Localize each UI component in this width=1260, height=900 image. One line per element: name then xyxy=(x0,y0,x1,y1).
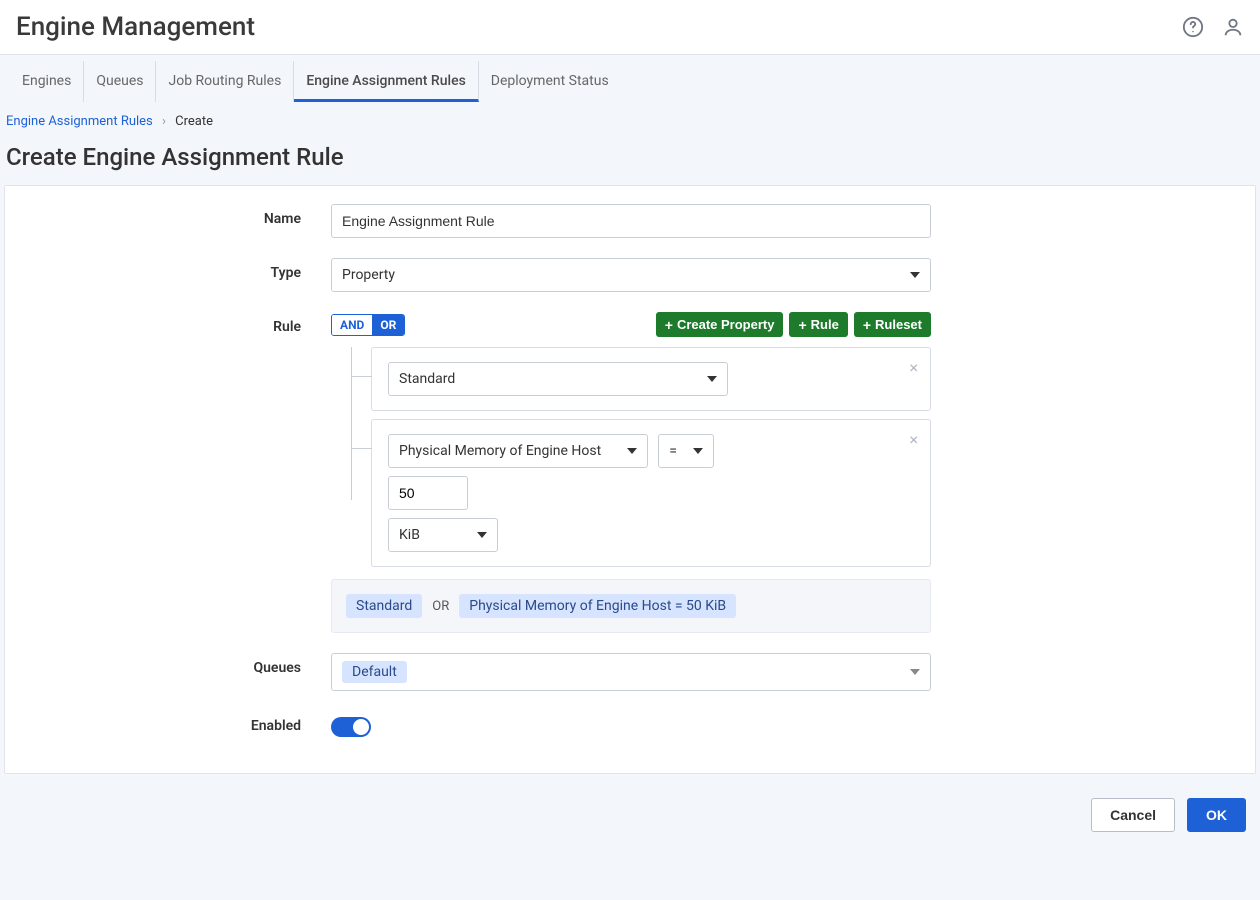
cancel-button[interactable]: Cancel xyxy=(1091,798,1175,832)
tab-job-routing-rules[interactable]: Job Routing Rules xyxy=(156,61,294,102)
tab-engine-assignment-rules[interactable]: Engine Assignment Rules xyxy=(294,61,478,102)
tree-line xyxy=(351,347,352,500)
rule-box-2: × Physical Memory of Engine Host = xyxy=(371,419,931,567)
page-title: Create Engine Assignment Rule xyxy=(0,133,1260,185)
name-input[interactable] xyxy=(331,204,931,238)
summary-term-2: Physical Memory of Engine Host = 50 KiB xyxy=(459,594,736,618)
breadcrumb-current: Create xyxy=(175,114,213,129)
tab-queues[interactable]: Queues xyxy=(84,61,156,102)
plus-icon: + xyxy=(798,318,806,332)
queues-select[interactable]: Default xyxy=(331,653,931,691)
user-icon[interactable] xyxy=(1222,16,1244,38)
remove-rule-1[interactable]: × xyxy=(909,358,918,377)
rule2-unit-select[interactable]: KiB xyxy=(388,518,498,552)
caret-down-icon xyxy=(910,669,920,675)
type-select[interactable]: Property xyxy=(331,258,931,292)
rule-summary: Standard OR Physical Memory of Engine Ho… xyxy=(331,579,931,633)
rule2-value-input[interactable] xyxy=(388,476,468,510)
queue-chip: Default xyxy=(342,661,407,683)
rule-box-1: × Standard xyxy=(371,347,931,411)
type-value: Property xyxy=(342,267,395,283)
create-property-button[interactable]: +Create Property xyxy=(656,312,784,337)
enabled-label: Enabled xyxy=(31,711,331,734)
breadcrumb: Engine Assignment Rules › Create xyxy=(0,104,1260,133)
caret-down-icon xyxy=(477,532,487,538)
ok-button[interactable]: OK xyxy=(1187,798,1246,832)
chevron-right-icon: › xyxy=(162,114,166,129)
app-title: Engine Management xyxy=(16,12,255,42)
rule2-operator-select[interactable]: = xyxy=(658,434,714,468)
name-label: Name xyxy=(31,204,331,227)
rule2-property-select[interactable]: Physical Memory of Engine Host xyxy=(388,434,648,468)
help-icon[interactable] xyxy=(1182,16,1204,38)
remove-rule-2[interactable]: × xyxy=(909,430,918,449)
tab-engines[interactable]: Engines xyxy=(10,61,84,102)
plus-icon: + xyxy=(665,318,673,332)
caret-down-icon xyxy=(627,448,637,454)
summary-term-1: Standard xyxy=(346,594,422,618)
queues-label: Queues xyxy=(31,653,331,676)
breadcrumb-parent[interactable]: Engine Assignment Rules xyxy=(6,114,153,129)
form-card: Name Type Property Rule AND OR +Create P… xyxy=(4,185,1256,774)
type-label: Type xyxy=(31,258,331,281)
add-rule-button[interactable]: +Rule xyxy=(789,312,847,337)
rule1-select[interactable]: Standard xyxy=(388,362,728,396)
caret-down-icon xyxy=(910,272,920,278)
enabled-toggle[interactable] xyxy=(331,717,371,737)
rule-label: Rule xyxy=(31,312,331,335)
add-ruleset-button[interactable]: +Ruleset xyxy=(854,312,931,337)
tab-bar: Engines Queues Job Routing Rules Engine … xyxy=(0,55,1260,104)
logic-and[interactable]: AND xyxy=(332,315,372,335)
caret-down-icon xyxy=(693,448,703,454)
tab-deployment-status[interactable]: Deployment Status xyxy=(479,61,621,102)
plus-icon: + xyxy=(863,318,871,332)
caret-down-icon xyxy=(707,376,717,382)
logic-toggle[interactable]: AND OR xyxy=(331,314,405,336)
logic-or[interactable]: OR xyxy=(372,315,404,335)
summary-operator: OR xyxy=(432,599,449,614)
